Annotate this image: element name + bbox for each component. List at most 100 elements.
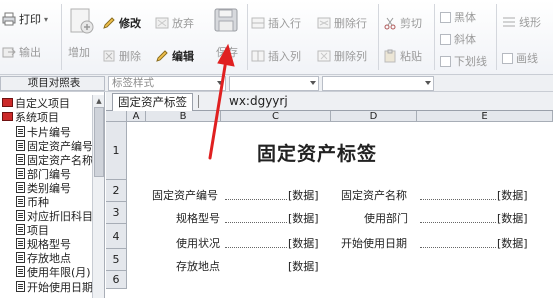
column-header[interactable]: D [331, 111, 417, 122]
column-header[interactable]: E [417, 111, 553, 122]
dotted-underline [225, 222, 287, 223]
column-header[interactable]: A [127, 111, 146, 122]
divider [198, 95, 199, 108]
tree-item[interactable]: 规格型号 [16, 237, 71, 251]
abandon-button[interactable]: 放弃 [155, 15, 194, 31]
modify-label: 修改 [119, 17, 141, 30]
underline-checkbox[interactable]: 下划线 [440, 53, 487, 69]
row-header[interactable]: 2 [106, 180, 127, 202]
field-value[interactable]: [数据] [497, 235, 528, 251]
label-grid: A B C D E 1 2 3 4 5 6 固定资产标签 固定资产编号 [数据]… [106, 111, 553, 298]
delete-button[interactable]: 删除 [102, 48, 141, 64]
insert-row-icon [251, 16, 265, 30]
export-icon [2, 45, 16, 59]
toolbar-ribbon: 打印 ▾ 输出 增加 修改 删除 放弃 编辑 保存 插入行 插入列 删除行 删除… [0, 0, 553, 75]
document-icon [16, 154, 25, 165]
chevron-down-icon [310, 81, 316, 85]
tree-item-custom[interactable]: 自定义项目 [2, 96, 70, 110]
delete-icon [102, 49, 116, 63]
line-shape-button[interactable]: 线形 [502, 14, 541, 30]
delete-row-label: 删除行 [334, 17, 367, 30]
column-header[interactable]: B [146, 111, 221, 122]
insert-row-button[interactable]: 插入行 [251, 15, 301, 31]
tree-item[interactable]: 类别编号 [16, 181, 71, 195]
pencil-icon [102, 16, 116, 30]
print-label: 打印 [19, 13, 41, 26]
field-label: 开始使用日期 [341, 237, 407, 250]
folder-icon [2, 98, 13, 107]
export-button[interactable]: 输出 [2, 44, 41, 60]
tree-item[interactable]: 使用年限(月) [16, 265, 91, 279]
print-button[interactable]: 打印 ▾ [2, 11, 48, 27]
field-value[interactable]: [数据] [288, 210, 319, 226]
tree-item[interactable]: 项目 [16, 223, 49, 237]
tab-wx[interactable]: wx:dgyyrj [224, 93, 293, 111]
size-select[interactable] [322, 76, 434, 91]
abandon-label: 放弃 [172, 17, 194, 30]
field-value[interactable]: [数据] [288, 235, 319, 251]
bold-label: 黑体 [454, 11, 476, 24]
delete-col-button[interactable]: 删除列 [317, 48, 367, 64]
row-header[interactable]: 5 [106, 249, 127, 271]
tree-item-system[interactable]: 系统项目 [2, 110, 59, 124]
style-select[interactable]: 标签样式 [108, 76, 226, 91]
pencil-icon [155, 49, 169, 63]
delete-label: 删除 [119, 50, 141, 63]
tree-item[interactable]: 币种 [16, 195, 49, 209]
export-label: 输出 [19, 46, 41, 59]
style-select-placeholder: 标签样式 [112, 77, 154, 89]
cut-button[interactable]: 剪切 [383, 15, 422, 31]
tree-item[interactable]: 部门编号 [16, 167, 71, 181]
style-bar: 项目对照表 标签样式 [0, 75, 553, 92]
delete-row-button[interactable]: 删除行 [317, 15, 367, 31]
scroll-thumb[interactable] [94, 107, 104, 177]
printer-icon [2, 12, 16, 26]
field-label: 规格型号 [176, 212, 220, 225]
scroll-up-icon[interactable]: ▲ [95, 97, 103, 105]
document-icon [16, 182, 25, 193]
field-value[interactable]: [数据] [288, 258, 319, 274]
column-header[interactable]: C [221, 111, 331, 122]
paste-button[interactable]: 粘贴 [383, 48, 422, 64]
tab-asset-label[interactable]: 固定资产标签 [112, 93, 193, 111]
row-header[interactable]: 1 [106, 122, 127, 180]
modify-button[interactable]: 修改 [102, 15, 141, 31]
edit-label: 编辑 [172, 50, 194, 63]
insert-col-button[interactable]: 插入列 [251, 48, 301, 64]
tree-scrollbar[interactable]: ▲ [92, 95, 104, 298]
undo-icon [155, 16, 169, 30]
divider [61, 4, 62, 70]
font-select[interactable] [229, 76, 319, 91]
tree-item[interactable]: 对应折旧科目 [16, 209, 93, 223]
label-title: 固定资产标签 [257, 143, 378, 165]
add-button[interactable]: 增加 [68, 44, 90, 60]
tree-item[interactable]: 存放地点 [16, 251, 71, 265]
field-label: 固定资产名称 [341, 189, 407, 202]
tree-item[interactable]: 固定资产名称 [16, 153, 93, 167]
tree-item[interactable]: 开始使用日期 [16, 280, 93, 294]
grid-corner [106, 111, 127, 122]
bold-checkbox[interactable]: 黑体 [440, 9, 476, 25]
field-value[interactable]: [数据] [288, 187, 319, 203]
tree-item[interactable]: 固定资产编号 [16, 139, 93, 153]
italic-checkbox[interactable]: 斜体 [440, 31, 476, 47]
tree-item[interactable]: 卡片编号 [16, 125, 71, 139]
document-icon [16, 281, 25, 292]
row-header[interactable]: 3 [106, 202, 127, 224]
field-value[interactable]: [数据] [497, 210, 528, 226]
document-icon [16, 126, 25, 137]
save-button[interactable]: 保存 [216, 44, 238, 60]
field-value[interactable]: [数据] [497, 187, 528, 203]
dotted-underline [420, 222, 496, 223]
draw-line-checkbox[interactable]: 画线 [502, 50, 538, 66]
row-header[interactable]: 4 [106, 224, 127, 249]
project-tree-panel: 自定义项目 系统项目 卡片编号 固定资产编号 固定资产名称 部门编号 类别编号 … [0, 92, 105, 298]
divider [378, 4, 379, 70]
edit-button[interactable]: 编辑 [155, 48, 194, 64]
row-header[interactable]: 6 [106, 271, 127, 289]
add-document-icon [67, 7, 95, 35]
field-label: 存放地点 [176, 260, 220, 273]
dotted-underline [420, 199, 496, 200]
chevron-down-icon [217, 81, 223, 85]
line-shape-label: 线形 [519, 16, 541, 29]
